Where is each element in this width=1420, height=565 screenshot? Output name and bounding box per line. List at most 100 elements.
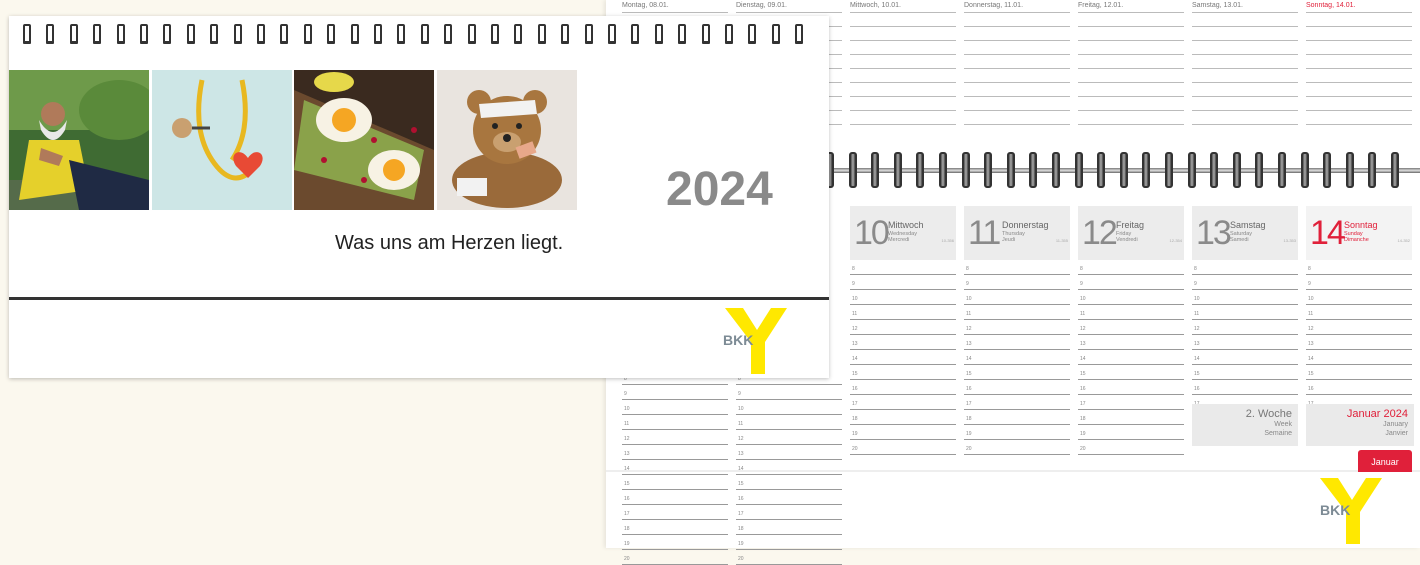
- hour-line[interactable]: 17: [622, 505, 728, 520]
- hour-line[interactable]: 20: [622, 550, 728, 565]
- hour-line[interactable]: 20: [736, 550, 842, 565]
- hour-line[interactable]: 16: [736, 490, 842, 505]
- hour-line[interactable]: 17: [850, 395, 956, 410]
- hour-line[interactable]: 10: [622, 400, 728, 415]
- hour-line[interactable]: 20: [964, 440, 1070, 455]
- hour-line[interactable]: 16: [622, 490, 728, 505]
- hour-line[interactable]: 16: [850, 380, 956, 395]
- hour-line[interactable]: 18: [736, 520, 842, 535]
- hour-line[interactable]: 10: [1192, 290, 1298, 305]
- hour-line[interactable]: 13: [850, 335, 956, 350]
- hour-line[interactable]: 14: [1306, 350, 1412, 365]
- spiral-ring: [327, 24, 336, 44]
- hour-line[interactable]: 20: [1078, 440, 1184, 455]
- hour-line[interactable]: 11: [1078, 305, 1184, 320]
- hour-line[interactable]: 15: [1078, 365, 1184, 380]
- hour-line[interactable]: 11: [964, 305, 1070, 320]
- hour-line[interactable]: 15: [622, 475, 728, 490]
- hour-line[interactable]: 15: [964, 365, 1070, 380]
- hour-line[interactable]: 18: [850, 410, 956, 425]
- hour-line[interactable]: 8: [850, 260, 956, 275]
- hour-line[interactable]: 18: [964, 410, 1070, 425]
- note-line: [964, 54, 1070, 55]
- hour-line[interactable]: 9: [1078, 275, 1184, 290]
- hour-line[interactable]: 16: [964, 380, 1070, 395]
- spiral-ring: [350, 24, 359, 44]
- hour-label: 11: [1308, 311, 1314, 317]
- hour-line[interactable]: 11: [1192, 305, 1298, 320]
- hour-line[interactable]: 12: [1078, 320, 1184, 335]
- hour-line[interactable]: 10: [1306, 290, 1412, 305]
- hour-line[interactable]: 14: [1192, 350, 1298, 365]
- hour-line[interactable]: 15: [850, 365, 956, 380]
- hour-line[interactable]: 13: [736, 445, 842, 460]
- hour-line[interactable]: 19: [964, 425, 1070, 440]
- hour-label: 20: [852, 446, 858, 452]
- day-translations: Sunday Dimanche: [1344, 231, 1369, 243]
- hour-line[interactable]: 19: [850, 425, 956, 440]
- hour-line[interactable]: 9: [736, 385, 842, 400]
- hour-line[interactable]: 9: [850, 275, 956, 290]
- hour-line[interactable]: 14: [622, 460, 728, 475]
- hour-line[interactable]: 10: [736, 400, 842, 415]
- hour-line[interactable]: 12: [850, 320, 956, 335]
- hour-line[interactable]: 16: [1306, 380, 1412, 395]
- hour-line[interactable]: 11: [850, 305, 956, 320]
- day-translations: Saturday Samedi: [1230, 231, 1253, 243]
- hour-line[interactable]: 19: [1078, 425, 1184, 440]
- hour-line[interactable]: 12: [622, 430, 728, 445]
- hour-line[interactable]: 12: [964, 320, 1070, 335]
- hour-line[interactable]: 12: [736, 430, 842, 445]
- spiral-ring: [1119, 152, 1128, 188]
- hour-label: 13: [1194, 341, 1200, 347]
- hour-line[interactable]: 17: [736, 505, 842, 520]
- hour-line[interactable]: 8: [1078, 260, 1184, 275]
- hour-line[interactable]: 15: [736, 475, 842, 490]
- hour-line[interactable]: 8: [964, 260, 1070, 275]
- hour-line[interactable]: 13: [1078, 335, 1184, 350]
- hour-line[interactable]: 20: [850, 440, 956, 455]
- hour-line[interactable]: 18: [622, 520, 728, 535]
- year-title: 2024: [666, 163, 773, 216]
- hour-line[interactable]: 10: [850, 290, 956, 305]
- hour-line[interactable]: 8: [1306, 260, 1412, 275]
- hour-line[interactable]: 11: [736, 415, 842, 430]
- month-tab[interactable]: Januar: [1358, 450, 1412, 472]
- top-day-header: Sonntag, 14.01.: [1306, 2, 1356, 9]
- hour-line[interactable]: 12: [1306, 320, 1412, 335]
- hour-line[interactable]: 18: [1078, 410, 1184, 425]
- day-translations: Thursday Jeudi: [1002, 231, 1025, 243]
- hour-line[interactable]: 11: [1306, 305, 1412, 320]
- hour-line[interactable]: 9: [1306, 275, 1412, 290]
- hour-line[interactable]: 15: [1306, 365, 1412, 380]
- top-day-column: Mittwoch, 10.01.: [850, 0, 956, 140]
- hour-line[interactable]: 16: [1078, 380, 1184, 395]
- hour-line[interactable]: 11: [622, 415, 728, 430]
- hour-line[interactable]: 14: [736, 460, 842, 475]
- hour-line[interactable]: 14: [964, 350, 1070, 365]
- hour-line[interactable]: 9: [964, 275, 1070, 290]
- day-name: Freitag: [1116, 220, 1145, 230]
- hour-line[interactable]: 14: [1078, 350, 1184, 365]
- hour-line[interactable]: 10: [964, 290, 1070, 305]
- hour-line[interactable]: 14: [850, 350, 956, 365]
- hour-line[interactable]: 12: [1192, 320, 1298, 335]
- hour-line[interactable]: 10: [1078, 290, 1184, 305]
- hour-line[interactable]: 8: [1192, 260, 1298, 275]
- hour-line[interactable]: 13: [622, 445, 728, 460]
- hour-line[interactable]: 17: [964, 395, 1070, 410]
- hour-line[interactable]: 13: [1192, 335, 1298, 350]
- note-line: [850, 68, 956, 69]
- hour-line[interactable]: 17: [1078, 395, 1184, 410]
- hour-label: 11: [624, 421, 630, 427]
- hour-line[interactable]: 13: [1306, 335, 1412, 350]
- hour-label: 14: [1308, 356, 1314, 362]
- hour-line[interactable]: 16: [1192, 380, 1298, 395]
- hour-label: 9: [1194, 281, 1197, 287]
- hour-line[interactable]: 9: [1192, 275, 1298, 290]
- hour-line[interactable]: 9: [622, 385, 728, 400]
- hour-label: 18: [738, 526, 744, 532]
- hour-line[interactable]: 15: [1192, 365, 1298, 380]
- hour-lines: 8 9 10 11 12 13 14 15 16 17 18 19 20: [850, 260, 956, 455]
- hour-line[interactable]: 13: [964, 335, 1070, 350]
